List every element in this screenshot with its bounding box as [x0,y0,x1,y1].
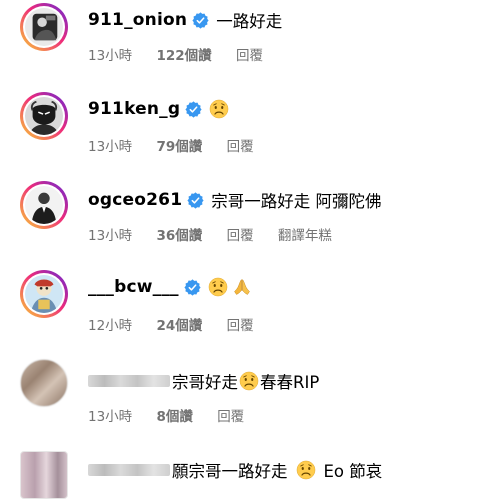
comment-line: 911ken_g [88,99,229,119]
comment-text-suffix: 春春RIP [260,373,320,392]
verified-badge-icon [185,101,202,118]
comment-meta: 12小時 24個讚 回覆 [88,314,274,334]
avatar-photo-icon [25,186,63,224]
user-avatar[interactable] [20,270,68,318]
avatar-photo-icon [25,97,63,135]
likes-count[interactable]: 79個讚 [156,139,202,155]
avatar-photo-icon [25,8,63,46]
likes-count[interactable]: 8個讚 [156,409,192,425]
reply-button[interactable]: 回覆 [227,228,254,244]
reply-button[interactable]: 回覆 [227,139,254,155]
comment-time: 13小時 [88,139,133,155]
comment-time: 13小時 [88,228,133,244]
avatar-photo-icon [25,275,63,313]
comment-text: 願宗哥一路好走 [172,462,288,481]
comment-line: 宗哥好走 春春RIP [88,369,319,393]
verified-badge-icon [184,279,201,296]
comment-text: 宗哥一路好走 阿彌陀佛 [211,192,382,211]
sad-face-icon [209,99,229,119]
comment-text-suffix: Eo 節哀 [323,462,383,481]
username-link[interactable]: 911ken_g [88,99,180,119]
username-link[interactable]: 911_onion [88,10,187,30]
user-avatar[interactable] [20,3,68,51]
comment-text: 宗哥好走 [172,373,238,392]
folded-hands-icon [232,277,252,297]
blurred-username[interactable] [88,375,170,387]
user-avatar[interactable] [20,359,68,407]
user-avatar[interactable] [20,92,68,140]
comment-line: ___bcw___ [88,277,252,297]
comment-meta: 13小時 79個讚 回覆 [88,135,274,155]
comment-meta: 13小時 36個讚 回覆 翻譯年糕 [88,224,352,244]
user-avatar[interactable] [20,181,68,229]
comment-time: 13小時 [88,48,133,64]
username-link[interactable]: ogceo261 [88,190,182,210]
reply-button[interactable]: 回覆 [227,318,254,334]
comment-line: 911_onion 一路好走 [88,8,282,32]
comment-line: 願宗哥一路好走 Eo 節哀 [88,458,382,482]
user-avatar[interactable] [20,451,68,499]
likes-count[interactable]: 24個讚 [156,318,202,334]
likes-count[interactable]: 36個讚 [156,228,202,244]
verified-badge-icon [192,12,209,29]
reply-button[interactable]: 回覆 [217,409,244,425]
likes-count[interactable]: 122個讚 [156,48,211,64]
verified-badge-icon [187,192,204,209]
blurred-username[interactable] [88,464,170,476]
sad-face-icon [239,371,259,391]
sad-face-icon [296,460,316,480]
comment-meta: 13小時 8個讚 回覆 [88,405,264,425]
username-link[interactable]: ___bcw___ [88,277,179,297]
comment-line: ogceo261 宗哥一路好走 阿彌陀佛 [88,188,381,212]
translate-button[interactable]: 翻譯年糕 [278,228,332,244]
comment-text: 一路好走 [216,12,283,31]
reply-button[interactable]: 回覆 [236,48,263,64]
comment-time: 13小時 [88,409,133,425]
comment-time: 12小時 [88,318,133,334]
comment-meta: 13小時 122個讚 回覆 [88,44,283,64]
sad-face-icon [208,277,228,297]
